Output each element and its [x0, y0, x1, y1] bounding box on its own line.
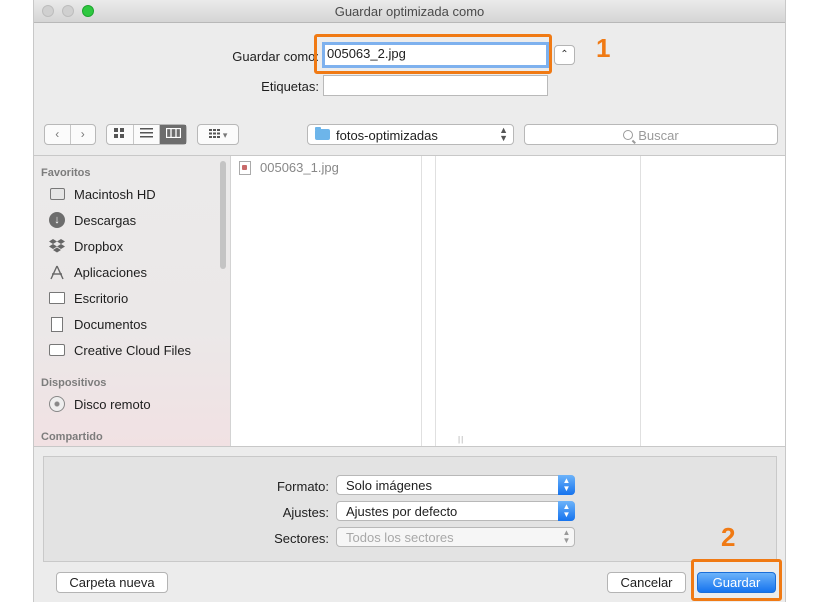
sidebar-section-devices: Dispositivos	[41, 377, 107, 389]
sidebar-item-creative-cloud-files[interactable]: Creative Cloud Files	[48, 340, 191, 360]
select-chevron-icon: ▲ ▼	[558, 475, 575, 495]
arrange-button[interactable]: ▾	[197, 124, 239, 145]
chevron-down-icon: ▾	[222, 130, 228, 140]
save-dialog: Guardar optimizada como Guardar como: 00…	[33, 0, 786, 602]
sidebar-item-macintosh-hd[interactable]: Macintosh HD	[48, 184, 156, 204]
column-2	[436, 156, 641, 446]
applications-icon	[48, 264, 66, 280]
slices-label: Sectores:	[274, 531, 329, 546]
sidebar-scrollbar[interactable]	[220, 161, 226, 269]
sidebar-item-label: Disco remoto	[74, 396, 151, 412]
tags-label: Etiquetas:	[261, 79, 319, 94]
sidebar: Favoritos Macintosh HD ↓ Descargas Dropb…	[34, 156, 231, 446]
sidebar-item-descargas[interactable]: ↓ Descargas	[48, 210, 136, 230]
slices-value: Todos los sectores	[346, 530, 454, 545]
disc-icon	[48, 396, 66, 412]
list-view-icon[interactable]	[134, 125, 161, 144]
select-chevron-icon: ▲ ▼	[558, 501, 575, 521]
expand-dialog-button[interactable]: ⌃	[554, 45, 575, 65]
annotation-number-2: 2	[721, 522, 736, 552]
desktop-icon	[48, 290, 66, 306]
sidebar-item-label: Aplicaciones	[74, 264, 147, 280]
annotation-callout-1	[314, 34, 552, 74]
settings-value: Ajustes por defecto	[346, 504, 458, 519]
icon-view-icon[interactable]	[107, 125, 134, 144]
sidebar-item-disco-remoto[interactable]: Disco remoto	[48, 394, 151, 414]
sidebar-section-shared: Compartido	[41, 431, 103, 443]
documents-icon	[48, 316, 66, 332]
downloads-icon: ↓	[48, 212, 66, 228]
format-select[interactable]: Solo imágenes ▲ ▼	[336, 475, 575, 495]
title-bar: Guardar optimizada como	[34, 0, 785, 23]
image-file-icon	[239, 160, 251, 175]
search-placeholder: Buscar	[638, 128, 679, 143]
sidebar-item-escritorio[interactable]: Escritorio	[48, 288, 128, 308]
forward-button[interactable]: ›	[71, 125, 96, 144]
back-forward-control: ‹ ›	[44, 124, 96, 145]
slices-select[interactable]: Todos los sectores ▲ ▼	[336, 527, 575, 547]
sidebar-item-label: Descargas	[74, 212, 137, 228]
sidebar-item-label: Creative Cloud Files	[74, 342, 192, 358]
cancel-button[interactable]: Cancelar	[607, 572, 686, 593]
sidebar-item-label: Macintosh HD	[74, 186, 156, 202]
location-popup[interactable]: fotos-optimizadas ▲ ▼	[307, 124, 514, 145]
sidebar-item-label: Documentos	[74, 316, 147, 332]
folder-icon	[48, 342, 66, 358]
search-icon	[623, 130, 634, 140]
sidebar-item-documentos[interactable]: Documentos	[48, 314, 147, 334]
format-value: Solo imágenes	[346, 478, 432, 493]
hard-drive-icon	[48, 186, 66, 202]
select-chevron-icon: ▲ ▼	[562, 528, 571, 545]
sidebar-item-aplicaciones[interactable]: Aplicaciones	[48, 262, 147, 282]
options-panel: Formato: Solo imágenes ▲ ▼ Ajustes: Ajust…	[43, 456, 777, 562]
sidebar-item-label: Dropbox	[74, 238, 124, 254]
column-resize-handle[interactable]: ||	[458, 435, 464, 444]
folder-icon	[315, 127, 330, 140]
settings-label: Ajustes:	[282, 505, 329, 520]
up-down-chevron-icon: ▲ ▼	[499, 125, 508, 143]
column-view-icon[interactable]	[160, 125, 187, 144]
search-field[interactable]: Buscar	[524, 124, 778, 145]
new-folder-button[interactable]: Carpeta nueva	[56, 572, 168, 593]
sidebar-item-label: Escritorio	[74, 290, 129, 306]
back-button[interactable]: ‹	[45, 125, 71, 144]
column-1: 005063_1.jpg	[231, 156, 422, 446]
save-as-label: Guardar como:	[232, 49, 319, 64]
tags-input[interactable]	[323, 75, 548, 96]
format-label: Formato:	[276, 479, 329, 494]
window-title: Guardar optimizada como	[334, 4, 485, 19]
annotation-callout-2	[691, 559, 782, 601]
location-label: fotos-optimizadas	[336, 128, 438, 143]
dropbox-icon	[48, 238, 66, 254]
arrange-grid-icon: ▾	[198, 125, 238, 144]
file-name: 005063_1.jpg	[260, 160, 339, 175]
file-item[interactable]: 005063_1.jpg	[239, 160, 339, 175]
view-mode-control	[106, 124, 187, 145]
column-3	[641, 156, 785, 446]
sidebar-item-dropbox[interactable]: Dropbox	[48, 236, 123, 256]
column-divider	[422, 156, 436, 446]
file-browser: Favoritos Macintosh HD ↓ Descargas Dropb…	[34, 155, 785, 447]
sidebar-section-favorites: Favoritos	[41, 167, 91, 179]
annotation-number-1: 1	[596, 33, 611, 63]
settings-select[interactable]: Ajustes por defecto ▲ ▼	[336, 501, 575, 521]
